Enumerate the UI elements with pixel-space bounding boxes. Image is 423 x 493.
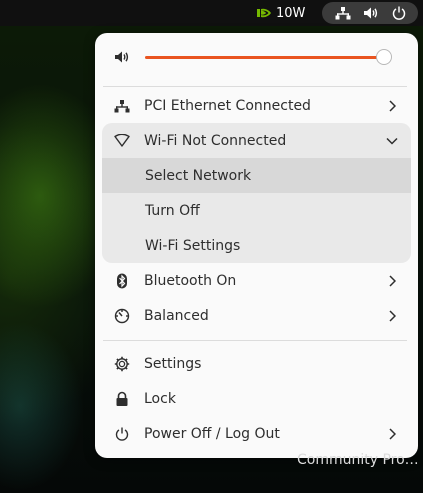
bluetooth-icon: [113, 272, 131, 290]
bluetooth-label: Bluetooth On: [144, 272, 237, 289]
bluetooth-row[interactable]: Bluetooth On: [95, 263, 418, 298]
system-status-area[interactable]: [322, 2, 418, 24]
lock-label: Lock: [144, 390, 176, 407]
wifi-row[interactable]: Wi-Fi Not Connected: [102, 123, 411, 158]
lock-icon: [113, 390, 131, 408]
nvidia-logo-icon: [256, 7, 272, 19]
wifi-settings[interactable]: Wi-Fi Settings: [102, 228, 411, 263]
lock-row[interactable]: Lock: [95, 381, 418, 416]
wifi-settings-label: Wi-Fi Settings: [145, 237, 241, 254]
volume-icon[interactable]: [113, 48, 131, 66]
network-wired-icon: [113, 97, 131, 115]
settings-label: Settings: [144, 355, 202, 372]
wifi-label: Wi-Fi Not Connected: [144, 132, 287, 149]
volume-icon: [363, 6, 379, 20]
desktop-icon-label[interactable]: Community Pro…: [297, 452, 419, 468]
speedometer-icon: [113, 307, 131, 325]
ethernet-label: PCI Ethernet Connected: [144, 97, 311, 114]
power-mode-label: Balanced: [144, 307, 209, 324]
chevron-right-icon: [386, 274, 398, 287]
wifi-turn-off-label: Turn Off: [145, 202, 200, 219]
wifi-outline-icon: [113, 132, 131, 150]
volume-slider-track[interactable]: [145, 56, 384, 59]
power-off-row[interactable]: Power Off / Log Out: [95, 416, 418, 451]
wifi-select-network-label: Select Network: [145, 167, 252, 184]
separator: [103, 86, 407, 87]
chevron-right-icon: [386, 309, 398, 322]
chevron-right-icon: [386, 427, 398, 440]
volume-slider-handle[interactable]: [376, 49, 392, 65]
volume-row: [95, 39, 418, 74]
power-icon: [392, 6, 406, 20]
power-mode-row[interactable]: Balanced: [95, 298, 418, 333]
gpu-power-text: 10W: [276, 5, 306, 21]
chevron-down-icon: [386, 135, 398, 147]
system-menu: PCI Ethernet Connected Wi-Fi Not Connect…: [95, 33, 418, 458]
ethernet-row[interactable]: PCI Ethernet Connected: [95, 88, 418, 123]
wifi-select-network[interactable]: Select Network: [102, 158, 411, 193]
power-off-label: Power Off / Log Out: [144, 425, 280, 442]
top-bar: 10W: [0, 0, 423, 26]
wifi-section: Wi-Fi Not Connected Select Network Turn …: [102, 123, 411, 263]
gear-icon: [113, 355, 131, 373]
separator: [103, 340, 407, 341]
wifi-turn-off[interactable]: Turn Off: [102, 193, 411, 228]
power-icon: [113, 425, 131, 443]
chevron-right-icon: [386, 99, 398, 112]
gpu-indicator[interactable]: 10W: [256, 0, 305, 26]
settings-row[interactable]: Settings: [95, 346, 418, 381]
network-wired-icon: [335, 6, 351, 20]
